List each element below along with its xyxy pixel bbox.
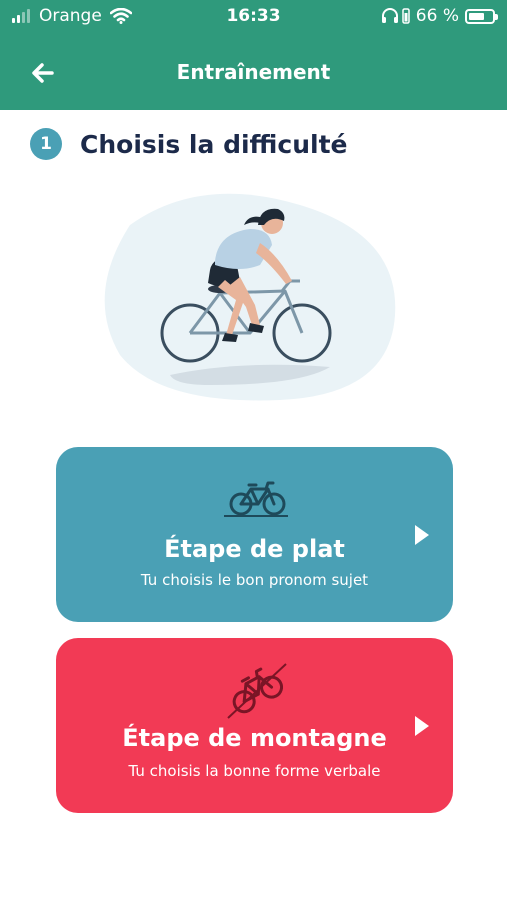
bicycle-flat-icon [224,481,288,517]
app-header: Orange 16:33 66 % Entraînement [0,0,507,110]
option-mountain-stage[interactable]: Étape de montagne Tu choisis la bonne fo… [56,638,453,813]
play-arrow-icon [415,716,429,736]
battery-fill [469,12,484,20]
play-arrow-icon [415,525,429,545]
step-heading: 1 Choisis la difficulté [30,128,348,160]
nav-bar: Entraînement [0,50,507,96]
bicycle-uphill-icon [227,663,287,719]
option-title: Étape de montagne [122,724,387,752]
option-subtitle: Tu choisis la bonne forme verbale [128,762,381,780]
step-number-badge: 1 [30,128,62,160]
step-title: Choisis la difficulté [80,129,348,159]
status-right: 66 % [381,6,498,26]
status-bar: Orange 16:33 66 % [0,0,507,34]
headphones-icon [381,8,398,23]
battery-percent: 66 % [415,6,459,26]
option-title: Étape de plat [164,535,345,563]
battery-small-icon [402,8,410,24]
option-subtitle: Tu choisis le bon pronom sujet [140,571,369,589]
battery-icon [465,8,498,24]
cyclist-illustration [104,193,396,401]
option-flat-stage[interactable]: Étape de plat Tu choisis le bon pronom s… [56,447,453,622]
page-title: Entraînement [176,60,331,84]
